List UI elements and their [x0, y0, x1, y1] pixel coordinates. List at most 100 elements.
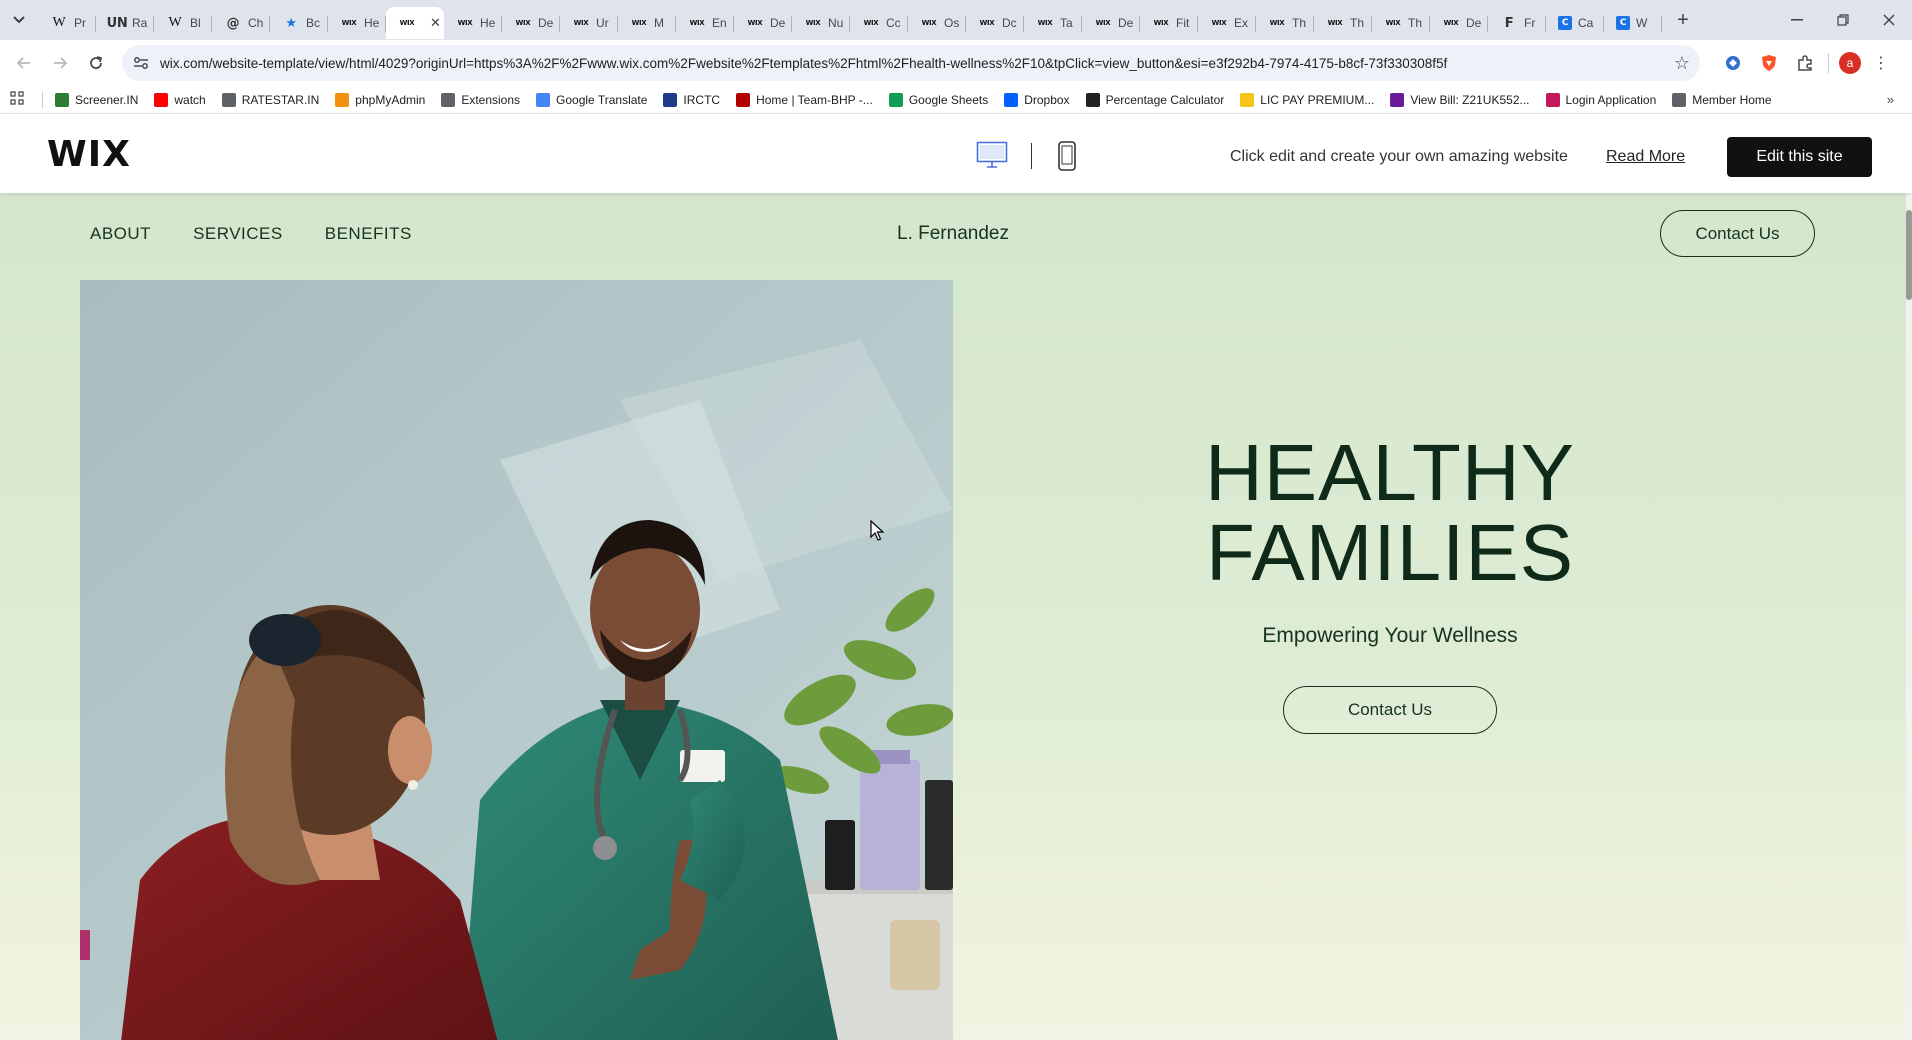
nav-about-link[interactable]: ABOUT: [90, 224, 151, 244]
bookmark-item[interactable]: View Bill: Z21UK552...: [1390, 92, 1530, 107]
site-brand[interactable]: L. Fernandez: [897, 223, 1009, 245]
new-tab-button[interactable]: +: [1668, 5, 1698, 35]
bookmark-item[interactable]: Percentage Calculator: [1085, 92, 1224, 107]
more-bookmarks-chevron-icon[interactable]: »: [1887, 92, 1894, 107]
teambhp-icon: [736, 92, 751, 107]
tab[interactable]: WIX De: [734, 7, 792, 39]
tab[interactable]: CW: [1604, 7, 1662, 39]
tab[interactable]: W Pr: [38, 7, 96, 39]
mobile-view-icon[interactable]: [1057, 141, 1077, 171]
edit-this-site-button[interactable]: Edit this site: [1727, 137, 1872, 177]
tab[interactable]: WIX Os: [908, 7, 966, 39]
bookmark-item[interactable]: Google Sheets: [888, 92, 989, 107]
bookmark-label: RATESTAR.IN: [241, 92, 320, 107]
bookmark-item[interactable]: Screener.IN: [55, 92, 138, 107]
hero-title-line-2: FAMILIES: [1205, 508, 1575, 597]
tab[interactable]: F Fr: [1488, 7, 1546, 39]
tab-favicon-icon: @: [226, 15, 240, 31]
minimize-button[interactable]: [1774, 0, 1820, 40]
nav-benefits-link[interactable]: BENEFITS: [325, 224, 412, 244]
tab[interactable]: WIX Ur: [560, 7, 618, 39]
nav-contact-button[interactable]: Contact Us: [1660, 210, 1815, 257]
wix-logo[interactable]: WIX: [47, 134, 131, 175]
extensions-puzzle-icon[interactable]: [1792, 50, 1818, 76]
url-text[interactable]: wix.com/website-template/view/html/4029?…: [160, 56, 1664, 71]
tab-favicon-icon: C: [1616, 16, 1630, 30]
tab[interactable]: WIX Fit: [1140, 7, 1198, 39]
extension-globe-icon[interactable]: [1720, 50, 1746, 76]
tab[interactable]: WIX He: [444, 7, 502, 39]
restore-button[interactable]: [1820, 0, 1866, 40]
tab[interactable]: WIX Nu: [792, 7, 850, 39]
tab[interactable]: UN Ra: [96, 7, 154, 39]
tab[interactable]: W Bl: [154, 7, 212, 39]
bookmark-item[interactable]: IRCTC: [663, 92, 721, 107]
tab-search-chevron-icon[interactable]: [0, 0, 38, 40]
bookmark-item[interactable]: watch: [154, 92, 206, 107]
tab[interactable]: WIX En: [676, 7, 734, 39]
tab[interactable]: WIX Ex: [1198, 7, 1256, 39]
hero-contact-button[interactable]: Contact Us: [1283, 686, 1497, 734]
desktop-view-icon[interactable]: [976, 141, 1008, 169]
back-button[interactable]: [6, 45, 42, 81]
tab[interactable]: @ Ch: [212, 7, 270, 39]
bookmark-item[interactable]: Extensions: [441, 92, 520, 107]
page-scrollbar[interactable]: [1906, 193, 1912, 1040]
toolbar-divider: [1828, 53, 1829, 73]
bookmark-label: IRCTC: [683, 92, 721, 107]
bookmark-item[interactable]: LIC PAY PREMIUM...: [1240, 92, 1374, 107]
star-icon: [221, 92, 236, 107]
tab[interactable]: WIX Cc: [850, 7, 908, 39]
tab[interactable]: WIX He: [328, 7, 386, 39]
forward-button[interactable]: [42, 45, 78, 81]
tab[interactable]: WIX Th: [1372, 7, 1430, 39]
tab[interactable]: WIX Th: [1256, 7, 1314, 39]
tab-title: Ra: [132, 16, 148, 30]
profile-avatar[interactable]: a: [1839, 52, 1861, 74]
tab-favicon-icon: WIX: [1327, 19, 1343, 27]
read-more-link[interactable]: Read More: [1606, 148, 1685, 166]
brave-shield-icon[interactable]: [1756, 50, 1782, 76]
bookmark-item[interactable]: Login Application: [1545, 92, 1656, 107]
tab[interactable]: ★ Bc: [270, 7, 328, 39]
bookmark-item[interactable]: Dropbox: [1004, 92, 1070, 107]
tab[interactable]: WIX Dc: [966, 7, 1024, 39]
tab-close-icon[interactable]: ✕: [430, 15, 441, 31]
tab-favicon-icon: ★: [285, 15, 297, 31]
bookmark-star-icon[interactable]: ☆: [1664, 53, 1700, 74]
tab[interactable]: C Ca: [1546, 7, 1604, 39]
bookmarks-bar: Screener.IN watch RATESTAR.IN phpMyAdmin Ext…: [0, 86, 1912, 114]
tab-title: Ch: [248, 16, 264, 30]
tab-favicon-icon: WIX: [1211, 19, 1227, 27]
tab[interactable]: WIX De: [502, 7, 560, 39]
tab[interactable]: WIX M: [618, 7, 676, 39]
site-info-icon[interactable]: [122, 56, 160, 70]
bookmark-item[interactable]: Google Translate: [536, 92, 648, 107]
tab[interactable]: WIX De: [1430, 7, 1488, 39]
tab[interactable]: WIX De: [1082, 7, 1140, 39]
irctc-icon: [663, 92, 678, 107]
bookmark-list: Screener.IN watch RATESTAR.IN phpMyAdmin Ext…: [55, 92, 1788, 107]
page-scrollbar-thumb[interactable]: [1906, 210, 1912, 300]
tab-title: Os: [944, 16, 960, 30]
bookmark-item[interactable]: RATESTAR.IN: [221, 92, 320, 107]
tab[interactable]: WIX Th: [1314, 7, 1372, 39]
address-bar[interactable]: wix.com/website-template/view/html/4029?…: [122, 45, 1700, 81]
dropbox-icon: [1004, 92, 1019, 107]
tab[interactable]: WIX Ta: [1024, 7, 1082, 39]
bookmark-label: Google Sheets: [908, 92, 989, 107]
tab-favicon-icon: WIX: [457, 19, 473, 27]
tab-active[interactable]: WIX ✕: [386, 7, 444, 39]
bookmark-label: Google Translate: [556, 92, 648, 107]
tab-favicon-icon: WIX: [1037, 19, 1053, 27]
browser-menu-icon[interactable]: ⋮: [1871, 53, 1891, 73]
close-window-button[interactable]: [1866, 0, 1912, 40]
bookmark-item[interactable]: Home | Team-BHP -...: [736, 92, 873, 107]
reload-button[interactable]: [78, 45, 114, 81]
hero-text-block: HEALTHY FAMILIES Empowering Your Wellnes…: [1120, 433, 1660, 734]
nav-services-link[interactable]: SERVICES: [193, 224, 283, 244]
device-divider: [1031, 143, 1032, 169]
bookmark-item[interactable]: Member Home: [1672, 92, 1772, 107]
apps-grid-icon[interactable]: [10, 91, 38, 108]
bookmark-item[interactable]: phpMyAdmin: [335, 92, 425, 107]
